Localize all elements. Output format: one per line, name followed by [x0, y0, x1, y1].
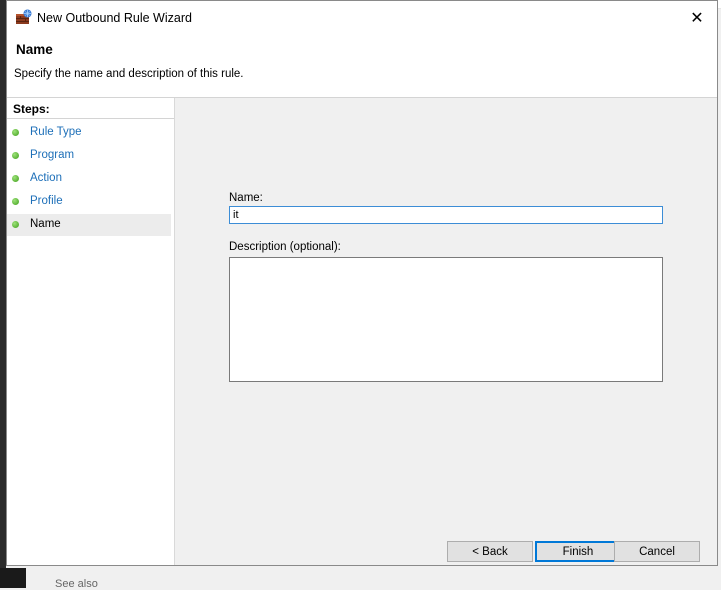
close-button[interactable]: ✕ — [677, 1, 717, 35]
page-description: Specify the name and description of this… — [14, 68, 244, 80]
page-title: Name — [16, 42, 53, 57]
step-rule-type[interactable]: Rule Type — [7, 122, 171, 144]
window-title: New Outbound Rule Wizard — [37, 11, 192, 25]
firewall-icon — [15, 9, 33, 25]
step-label: Rule Type — [30, 126, 82, 138]
step-label: Profile — [30, 195, 63, 207]
title-bar: New Outbound Rule Wizard ✕ — [7, 1, 717, 35]
close-icon: ✕ — [690, 10, 704, 27]
background-see-also: See also — [55, 578, 98, 590]
step-label: Action — [30, 172, 62, 184]
name-input[interactable] — [229, 206, 663, 224]
step-complete-icon — [12, 129, 19, 136]
steps-panel: Steps: Rule Type Program Action Profile … — [7, 98, 175, 565]
step-complete-icon — [12, 198, 19, 205]
background-app-corner — [0, 568, 26, 588]
finish-button[interactable]: Finish — [535, 541, 621, 562]
back-button[interactable]: < Back — [447, 541, 533, 562]
steps-label: Steps: — [13, 102, 50, 116]
background-app-bottom — [0, 568, 721, 588]
step-action[interactable]: Action — [7, 168, 171, 190]
wizard-header: Name Specify the name and description of… — [7, 35, 717, 98]
cancel-button[interactable]: Cancel — [614, 541, 700, 562]
wizard-content: Name: Description (optional): < Back Fin… — [175, 98, 717, 565]
step-complete-icon — [12, 152, 19, 159]
step-label: Program — [30, 149, 75, 161]
description-field-label: Description (optional): — [229, 241, 341, 253]
step-profile[interactable]: Profile — [7, 191, 171, 213]
step-label: Name — [30, 218, 61, 230]
steps-divider — [7, 118, 174, 119]
name-field-label: Name: — [229, 192, 263, 204]
step-current-icon — [12, 221, 19, 228]
step-name: Name — [7, 214, 171, 236]
wizard-dialog: New Outbound Rule Wizard ✕ Name Specify … — [6, 0, 718, 566]
step-program[interactable]: Program — [7, 145, 171, 167]
step-complete-icon — [12, 175, 19, 182]
description-input[interactable] — [229, 257, 663, 382]
